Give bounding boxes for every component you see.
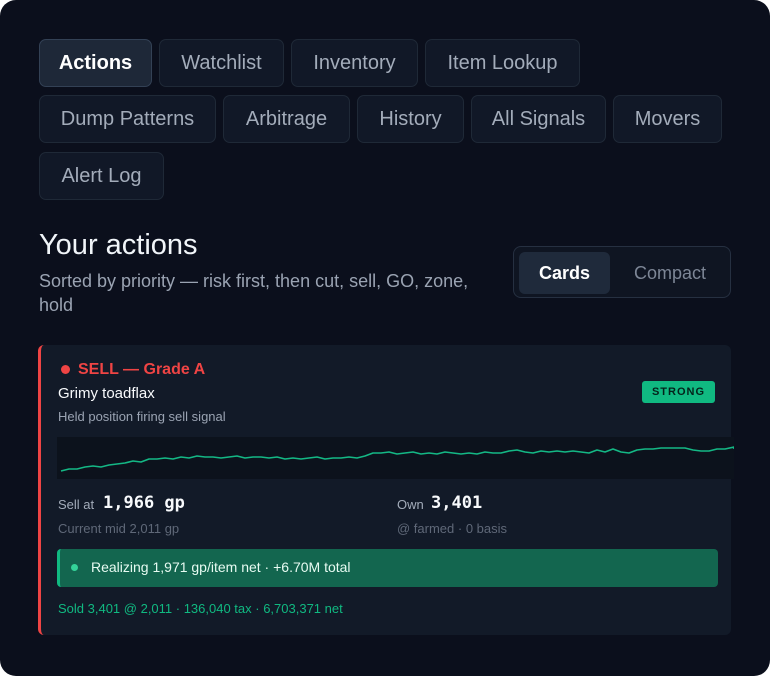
actions-panel: Actions Watchlist Inventory Item Lookup …: [0, 0, 770, 676]
own-basis: @ farmed · 0 basis: [397, 521, 508, 536]
status-dot: [61, 365, 70, 374]
tab-watchlist[interactable]: Watchlist: [159, 39, 284, 87]
realize-dot: [71, 564, 78, 571]
tab-movers[interactable]: Movers: [613, 95, 722, 143]
section-subtitle: Sorted by priority — risk first, then cu…: [39, 271, 469, 315]
tab-dump-patterns[interactable]: Dump Patterns: [39, 95, 216, 143]
realize-banner: Realizing 1,971 gp/item net · +6.70M tot…: [57, 549, 718, 587]
sell-price: 1,966 gp: [103, 493, 185, 513]
tab-inventory[interactable]: Inventory: [291, 39, 418, 87]
tab-item-lookup[interactable]: Item Lookup: [425, 39, 580, 87]
tab-alert-log[interactable]: Alert Log: [39, 152, 164, 200]
signal-description: Held position firing sell signal: [58, 409, 226, 424]
view-toggle: Cards Compact: [513, 246, 731, 298]
own-label: Own: [397, 497, 424, 512]
signal-grade: SELL — Grade A: [78, 361, 206, 378]
tab-all-signals[interactable]: All Signals: [471, 95, 606, 143]
tab-actions[interactable]: Actions: [39, 39, 152, 87]
price-sparkline: [57, 437, 734, 479]
tab-history[interactable]: History: [357, 95, 464, 143]
cards-view-button[interactable]: Cards: [519, 252, 610, 294]
sold-summary: Sold 3,401 @ 2,011 · 136,040 tax · 6,703…: [58, 601, 343, 616]
tab-arbitrage[interactable]: Arbitrage: [223, 95, 350, 143]
compact-view-button[interactable]: Compact: [614, 252, 726, 294]
item-name: Grimy toadflax: [58, 385, 155, 402]
realize-text: Realizing 1,971 gp/item net · +6.70M tot…: [91, 559, 351, 575]
sell-at-label: Sell at: [58, 497, 95, 512]
section-title: Your actions: [39, 229, 198, 261]
own-quantity: 3,401: [431, 493, 483, 513]
action-card[interactable]: SELL — Grade A Grimy toadflax Held posit…: [38, 345, 734, 635]
current-mid: Current mid 2,011 gp: [58, 521, 180, 536]
strength-badge: STRONG: [641, 381, 715, 403]
